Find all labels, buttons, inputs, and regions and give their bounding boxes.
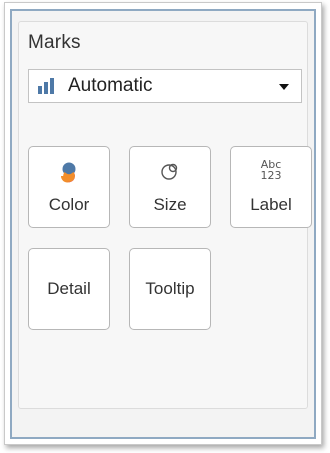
marks-panel: Marks Automatic Color Size Abc 123 Label…	[10, 9, 316, 439]
size-button-label: Size	[153, 195, 187, 214]
color-icon	[29, 159, 109, 185]
detail-button[interactable]: Detail	[28, 248, 110, 330]
marks-title: Marks	[28, 32, 81, 53]
label-button[interactable]: Abc 123 Label	[230, 146, 312, 228]
bar-chart-icon	[38, 78, 60, 94]
color-button[interactable]: Color	[28, 146, 110, 228]
abc-123-icon: Abc 123	[260, 158, 282, 182]
size-button[interactable]: Size	[129, 146, 211, 228]
marks-card: Marks Automatic Color Size Abc 123 Label…	[18, 21, 312, 409]
color-button-label: Color	[48, 195, 90, 214]
detail-button-label: Detail	[47, 279, 91, 298]
chevron-down-icon	[279, 84, 289, 90]
tooltip-button[interactable]: Tooltip	[129, 248, 211, 330]
screenshot-frame: Marks Automatic Color Size Abc 123 Label…	[4, 2, 322, 445]
tooltip-button-label: Tooltip	[145, 279, 195, 298]
size-icon	[130, 159, 210, 185]
mark-type-value: Automatic	[68, 75, 153, 96]
label-button-label: Label	[250, 195, 292, 214]
mark-type-dropdown[interactable]: Automatic	[28, 69, 302, 103]
